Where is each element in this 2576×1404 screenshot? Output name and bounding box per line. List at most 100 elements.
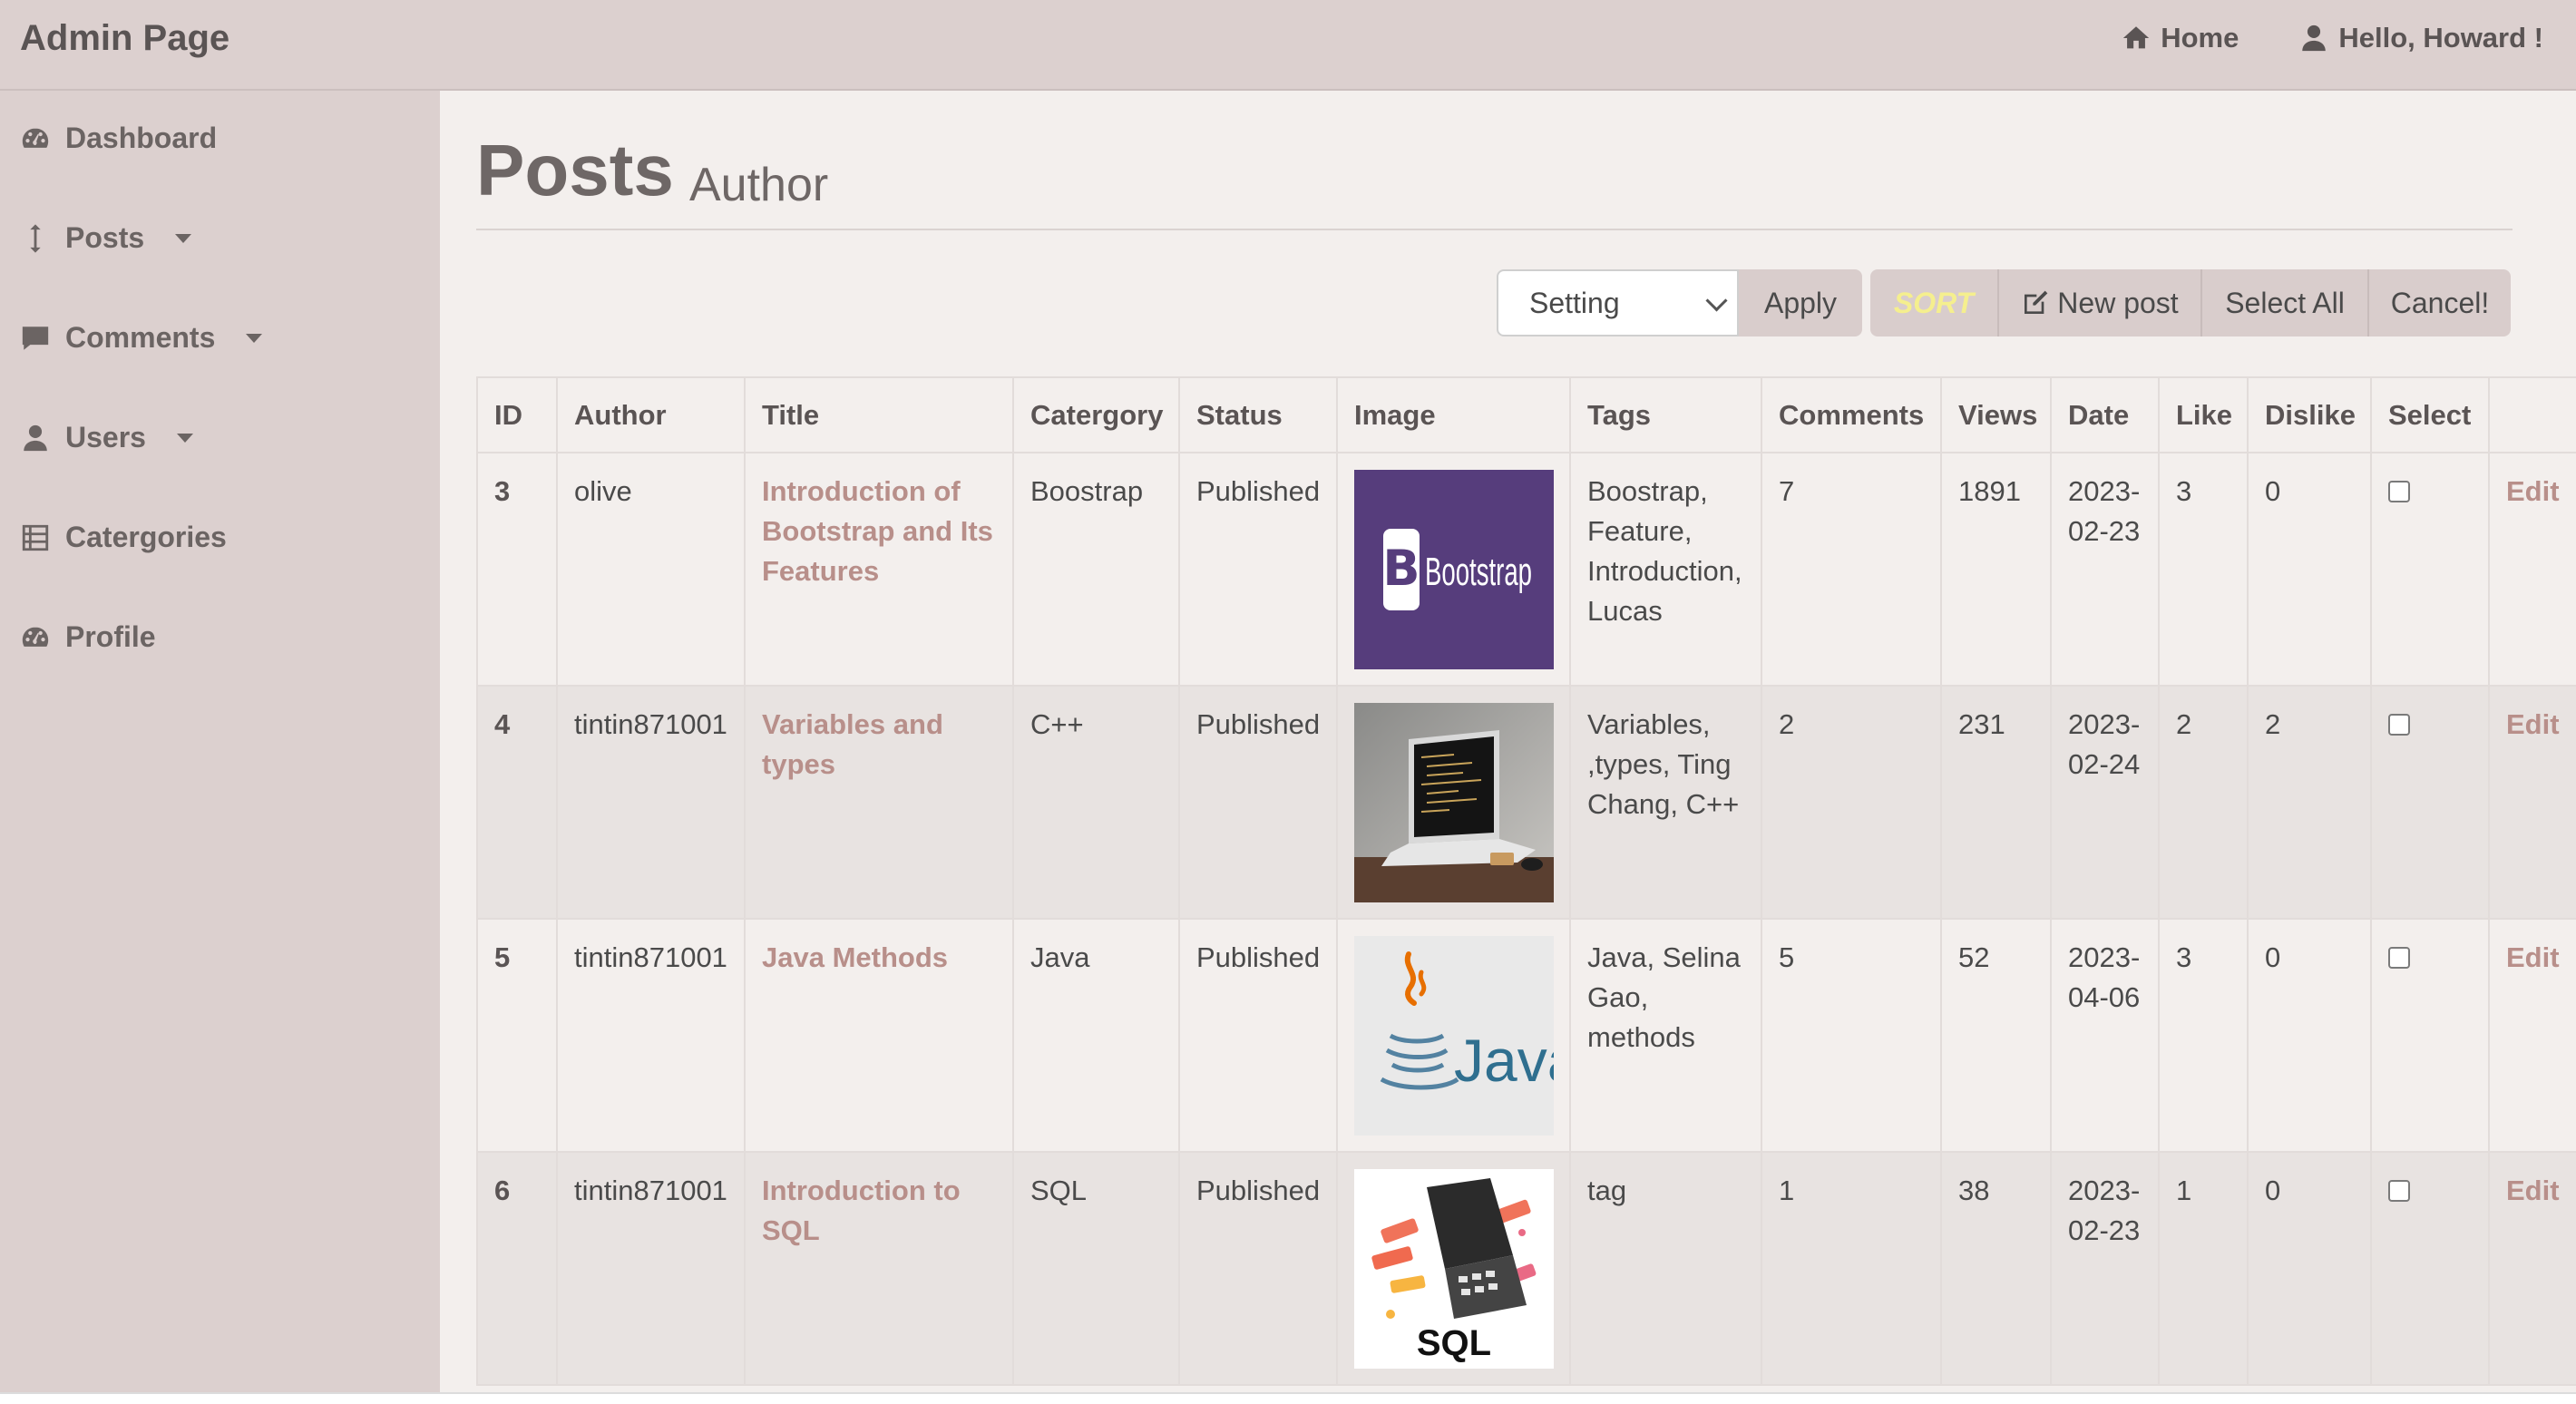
edit-link[interactable]: Edit	[2488, 1151, 2576, 1386]
cancel-button[interactable]: Cancel!	[2367, 269, 2511, 336]
column-header[interactable]: Image	[1336, 376, 1571, 453]
user-menu[interactable]: Hello, Howard !	[2298, 22, 2543, 54]
sidebar-item-categories[interactable]: Catergories	[20, 521, 227, 554]
sort-button[interactable]: SORT	[1870, 269, 1997, 336]
cell-dislike: 2	[2247, 685, 2372, 920]
sidebar-item-dashboard[interactable]: Dashboard	[20, 122, 217, 155]
cell-dislike: 0	[2247, 918, 2372, 1153]
sidebar-item-comments[interactable]: Comments	[20, 321, 263, 355]
column-header[interactable]: Like	[2158, 376, 2249, 453]
new-post-button[interactable]: New post	[1997, 269, 2200, 336]
cell-tags: tag	[1569, 1151, 1762, 1386]
comment-icon	[22, 326, 49, 350]
cell-author: tintin871001	[556, 1151, 746, 1386]
edit-link[interactable]: Edit	[2488, 685, 2576, 920]
column-header[interactable]: Catergory	[1012, 376, 1180, 453]
page-subtitle: Author	[689, 159, 829, 211]
select-all-button[interactable]: Select All	[2200, 269, 2367, 336]
home-icon	[2123, 26, 2150, 49]
page-header: Posts Author	[476, 127, 2513, 230]
cell-tags: Variables, ,types, Ting Chang, C++	[1569, 685, 1762, 920]
row-select-checkbox[interactable]	[2388, 947, 2410, 969]
post-title-link[interactable]: Java Methods	[744, 918, 1014, 1153]
apply-button[interactable]: Apply	[1739, 269, 1862, 336]
cell-category: SQL	[1012, 1151, 1180, 1386]
table-header-row: ID Author Title Catergory Status Image T…	[476, 376, 2576, 453]
column-header[interactable]: Tags	[1569, 376, 1762, 453]
cell-image: Java	[1336, 918, 1571, 1153]
column-header[interactable]: Dislike	[2247, 376, 2372, 453]
cell-id: 5	[476, 918, 558, 1153]
sidebar-item-label: Users	[65, 421, 146, 453]
row-select-checkbox[interactable]	[2388, 1180, 2410, 1202]
cell-views: 231	[1940, 685, 2052, 920]
svg-text:B: B	[1382, 540, 1420, 597]
chevron-down-icon	[246, 333, 263, 343]
row-select-checkbox[interactable]	[2388, 481, 2410, 502]
list-icon	[22, 524, 49, 551]
action-button-group: SORT New post Select All Cancel!	[1870, 269, 2511, 336]
table-row: 4 tintin871001 Variables and types C++ P…	[476, 685, 2576, 920]
select-all-label: Select All	[2225, 286, 2345, 319]
sql-wordmark: SQL	[1417, 1323, 1491, 1363]
cell-dislike: 0	[2247, 1151, 2372, 1386]
cell-author: tintin871001	[556, 685, 746, 920]
column-header[interactable]: Status	[1178, 376, 1338, 453]
cell-category: C++	[1012, 685, 1180, 920]
column-header[interactable]: Views	[1940, 376, 2052, 453]
cell-status: Published	[1178, 685, 1338, 920]
cell-views: 38	[1940, 1151, 2052, 1386]
bulk-options-select[interactable]: Setting	[1497, 269, 1739, 336]
cell-views: 52	[1940, 918, 2052, 1153]
java-wordmark: Java	[1454, 1027, 1554, 1094]
sidebar-item-label: Dashboard	[65, 122, 218, 154]
cell-date: 2023-02-23	[2050, 1151, 2160, 1386]
column-header[interactable]: ID	[476, 376, 558, 453]
cell-select	[2370, 452, 2490, 687]
cell-category: Java	[1012, 918, 1180, 1153]
sql-illustration-image: SQL	[1354, 1169, 1554, 1369]
chevron-down-icon	[175, 233, 192, 243]
posts-table: ID Author Title Catergory Status Image T…	[476, 376, 2576, 1386]
sidebar: Dashboard Posts Comments Users Catergori…	[0, 91, 440, 1392]
cell-tags: Java, Selina Gao, methods	[1569, 918, 1762, 1153]
brand-title[interactable]: Admin Page	[20, 18, 229, 59]
cell-dislike: 0	[2247, 452, 2372, 687]
column-header[interactable]: Title	[744, 376, 1014, 453]
user-greeting: Hello, Howard !	[2338, 22, 2543, 54]
cancel-label: Cancel!	[2390, 286, 2490, 319]
edit-link[interactable]: Edit	[2488, 918, 2576, 1153]
column-header[interactable]: Author	[556, 376, 746, 453]
sidebar-item-profile[interactable]: Profile	[20, 620, 156, 654]
post-title-link[interactable]: Introduction to SQL	[744, 1151, 1014, 1386]
laptop-photo-image	[1354, 703, 1554, 902]
sidebar-item-label: Catergories	[65, 521, 227, 553]
top-navbar: Admin Page Home Hello, Howard !	[0, 0, 2576, 91]
cell-image: B Bootstrap	[1336, 452, 1571, 687]
table-row: 5 tintin871001 Java Methods Java Publish…	[476, 918, 2576, 1153]
cell-id: 4	[476, 685, 558, 920]
cell-author: tintin871001	[556, 918, 746, 1153]
cell-status: Published	[1178, 918, 1338, 1153]
chevron-down-icon	[1705, 289, 1728, 312]
sort-label: SORT	[1893, 286, 1975, 319]
new-post-label: New post	[2057, 286, 2179, 319]
home-link[interactable]: Home	[2121, 22, 2239, 54]
sidebar-item-posts[interactable]: Posts	[20, 221, 192, 255]
column-header[interactable]: Select	[2370, 376, 2490, 453]
column-header	[2488, 376, 2576, 453]
bulk-options-value: Setting	[1529, 287, 1620, 319]
top-nav: Home Hello, Howard !	[2121, 22, 2543, 54]
column-header[interactable]: Comments	[1761, 376, 1942, 453]
sidebar-item-users[interactable]: Users	[20, 421, 193, 454]
post-title-link[interactable]: Introduction of Bootstrap and Its Featur…	[744, 452, 1014, 687]
table-row: 3 olive Introduction of Bootstrap and It…	[476, 452, 2576, 687]
edit-link[interactable]: Edit	[2488, 452, 2576, 687]
post-title-link[interactable]: Variables and types	[744, 685, 1014, 920]
user-icon	[2302, 24, 2327, 52]
cell-status: Published	[1178, 452, 1338, 687]
row-select-checkbox[interactable]	[2388, 714, 2410, 736]
chevron-down-icon	[176, 433, 193, 443]
column-header[interactable]: Date	[2050, 376, 2160, 453]
page-title: Posts	[476, 130, 674, 210]
